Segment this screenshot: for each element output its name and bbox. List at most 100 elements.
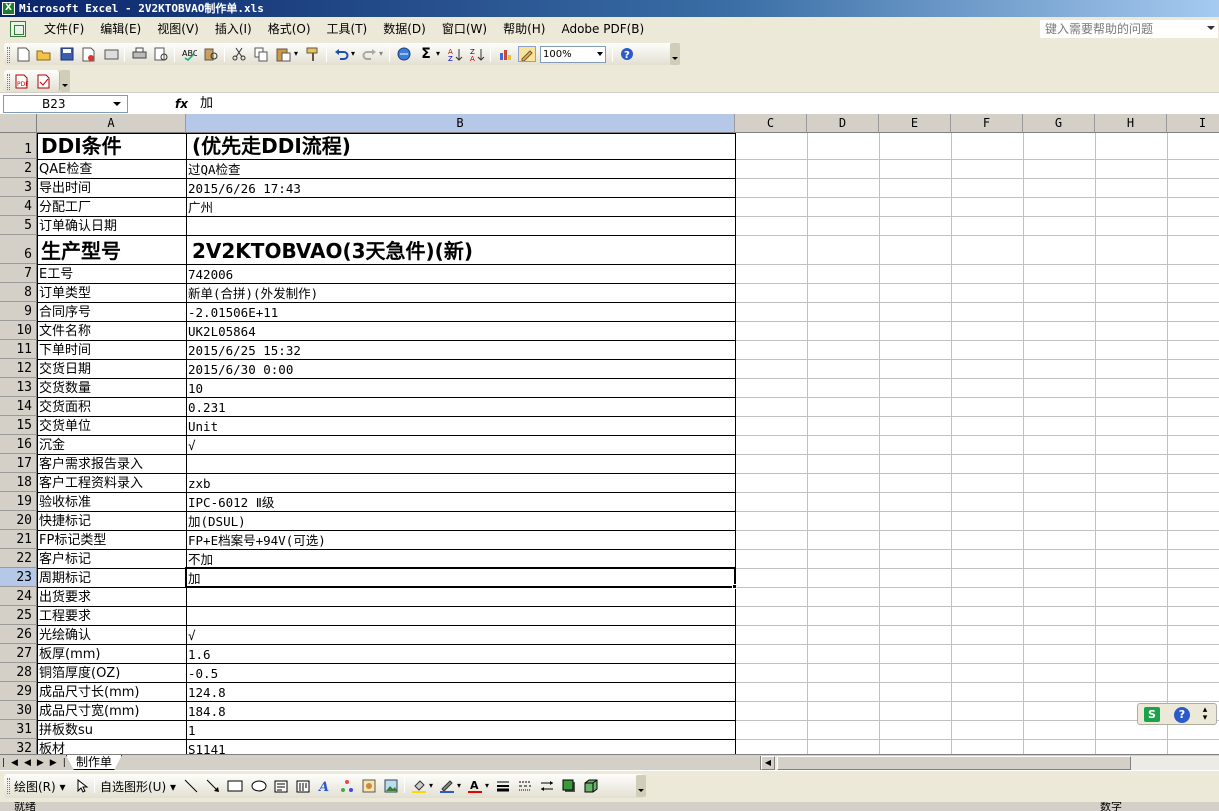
row-header[interactable]: 5 <box>0 216 37 235</box>
cell-b[interactable]: 742006 <box>186 264 735 283</box>
cell-b[interactable]: 2015/6/26 17:43 <box>186 178 735 197</box>
row-header[interactable]: 30 <box>0 701 37 720</box>
cell-b[interactable]: Unit <box>186 416 735 435</box>
cell-a[interactable]: 分配工厂 <box>37 197 186 216</box>
autosum-icon[interactable]: Σ <box>417 46 435 62</box>
draw-menu[interactable]: 绘图(R) ▾ <box>14 779 66 795</box>
row-header[interactable]: 11 <box>0 340 37 359</box>
shadow-style-icon[interactable] <box>560 778 578 794</box>
menu-item[interactable]: 数据(D) <box>375 19 434 39</box>
chevron-down-icon[interactable] <box>113 102 121 106</box>
cell-b[interactable]: 广州 <box>186 197 735 216</box>
cell-a[interactable]: 铜箔厚度(OZ) <box>37 663 186 682</box>
cell-b[interactable]: 10 <box>186 378 735 397</box>
open-icon[interactable] <box>35 46 53 62</box>
menu-item[interactable]: 格式(O) <box>260 19 319 39</box>
autosum-dropdown-icon[interactable]: ▾ <box>434 46 442 62</box>
row-header[interactable]: 19 <box>0 492 37 511</box>
toolbar-grip[interactable] <box>7 47 10 63</box>
toolbar-options-icon[interactable]: ▴ ▾ <box>1198 706 1212 723</box>
cell-a[interactable]: 订单确认日期 <box>37 216 186 235</box>
redo-dropdown-icon[interactable]: ▾ <box>377 46 385 62</box>
cell-a[interactable]: 成品尺寸宽(mm) <box>37 701 186 720</box>
permission-icon[interactable] <box>80 46 98 62</box>
cell-a[interactable]: 板材 <box>37 739 186 754</box>
column-header[interactable]: B <box>186 114 735 133</box>
s-app-icon[interactable]: S <box>1144 707 1160 722</box>
menu-item[interactable]: 插入(I) <box>207 19 260 39</box>
cell-b[interactable]: S1141 <box>186 739 735 754</box>
cell-a[interactable]: DDI条件 <box>37 133 186 159</box>
cell-b[interactable]: 过QA检查 <box>186 159 735 178</box>
cell-a[interactable]: 周期标记 <box>37 568 186 587</box>
font-color-dropdown-icon[interactable]: ▾ <box>483 778 491 794</box>
cell-a[interactable]: 拼板数su <box>37 720 186 739</box>
cell-b[interactable]: 不加 <box>186 549 735 568</box>
cell-a[interactable]: 验收标准 <box>37 492 186 511</box>
cell-b[interactable]: 加(DSUL) <box>186 511 735 530</box>
cell-a[interactable]: 交货日期 <box>37 359 186 378</box>
row-header[interactable]: 18 <box>0 473 37 492</box>
row-header[interactable]: 4 <box>0 197 37 216</box>
cell-a[interactable]: 下单时间 <box>37 340 186 359</box>
cell-a[interactable]: 光绘确认 <box>37 625 186 644</box>
horizontal-scrollbar[interactable]: ◀ <box>760 756 1219 770</box>
row-header[interactable]: 2 <box>0 159 37 178</box>
toolbar-options-icon[interactable] <box>60 70 70 92</box>
cell-a[interactable]: 交货面积 <box>37 397 186 416</box>
column-header[interactable]: C <box>735 114 807 133</box>
row-header[interactable]: 29 <box>0 682 37 701</box>
scroll-left-icon[interactable]: ◀ <box>761 756 775 770</box>
line-color-dropdown-icon[interactable]: ▾ <box>455 778 463 794</box>
cell-b[interactable]: 184.8 <box>186 701 735 720</box>
select-objects-icon[interactable] <box>74 778 92 794</box>
arrow-style-icon[interactable] <box>538 778 556 794</box>
cell-b[interactable]: -0.5 <box>186 663 735 682</box>
new-icon[interactable] <box>14 46 32 62</box>
font-color-icon[interactable]: A <box>466 778 484 794</box>
menu-item[interactable]: Adobe PDF(B) <box>553 19 652 39</box>
row-header[interactable]: 27 <box>0 644 37 663</box>
row-header[interactable]: 23 <box>0 568 37 587</box>
row-header[interactable]: 9 <box>0 302 37 321</box>
cell-b[interactable]: √ <box>186 625 735 644</box>
row-header[interactable]: 28 <box>0 663 37 682</box>
diagram-icon[interactable] <box>338 778 356 794</box>
sort-ascending-icon[interactable]: AZ <box>446 46 464 62</box>
worksheet-grid[interactable]: A B C D E F G H I 1 DDI条件 (优先走DDI流程) 2 QAE检查 过QA检查 3 导出时… <box>0 114 1219 754</box>
chevron-down-icon[interactable] <box>1207 26 1215 30</box>
print-icon[interactable] <box>130 46 148 62</box>
cell-a[interactable]: QAE检查 <box>37 159 186 178</box>
row-header[interactable]: 24 <box>0 587 37 606</box>
cell-b[interactable]: 2015/6/30 0:00 <box>186 359 735 378</box>
cell-a[interactable]: 订单类型 <box>37 283 186 302</box>
column-header[interactable]: D <box>807 114 879 133</box>
row-header[interactable]: 13 <box>0 378 37 397</box>
column-header[interactable]: F <box>951 114 1023 133</box>
undo-icon[interactable] <box>332 46 350 62</box>
help-icon[interactable]: ? <box>618 46 636 62</box>
drawing-toggle-icon[interactable] <box>518 46 536 62</box>
cell-a[interactable]: E工号 <box>37 264 186 283</box>
save-icon[interactable] <box>58 46 76 62</box>
spelling-icon[interactable]: ABC <box>180 46 198 62</box>
email-icon[interactable] <box>102 46 120 62</box>
toolbar-grip[interactable] <box>7 778 10 794</box>
row-header[interactable]: 7 <box>0 264 37 283</box>
textbox-icon[interactable] <box>272 778 290 794</box>
row-header[interactable]: 22 <box>0 549 37 568</box>
row-header[interactable]: 14 <box>0 397 37 416</box>
scrollbar-thumb[interactable] <box>777 756 1131 770</box>
cell-a[interactable]: 客户需求报告录入 <box>37 454 186 473</box>
column-header[interactable]: E <box>879 114 951 133</box>
cell-a[interactable]: 导出时间 <box>37 178 186 197</box>
row-header[interactable]: 12 <box>0 359 37 378</box>
row-header[interactable]: 17 <box>0 454 37 473</box>
select-all-corner[interactable] <box>0 114 37 133</box>
cell-a[interactable]: 沉金 <box>37 435 186 454</box>
menu-item[interactable]: 编辑(E) <box>92 19 149 39</box>
cell-a[interactable]: 文件名称 <box>37 321 186 340</box>
cell-b[interactable]: 124.8 <box>186 682 735 701</box>
cell-b[interactable]: 1.6 <box>186 644 735 663</box>
vertical-textbox-icon[interactable] <box>294 778 312 794</box>
